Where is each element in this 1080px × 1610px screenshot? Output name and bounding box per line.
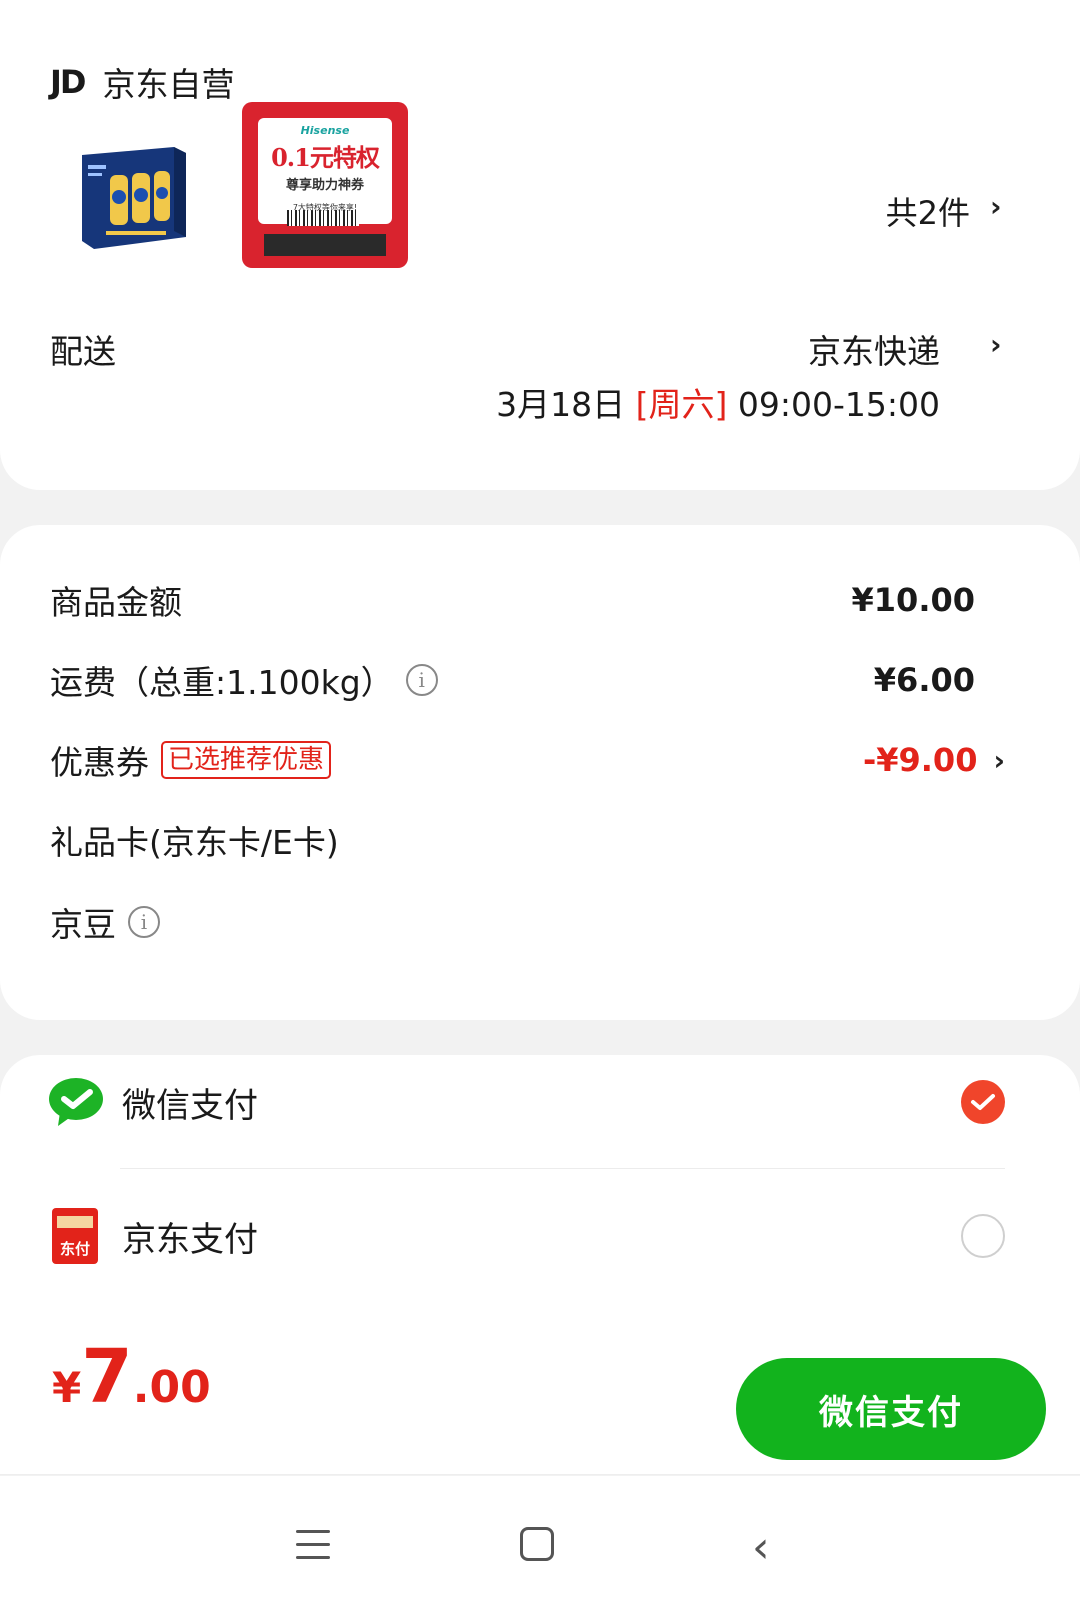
info-icon[interactable]: i [128,906,160,938]
total-amount: ¥ 7 .00 [52,1334,211,1420]
jd-logo: JD [50,63,86,101]
info-icon[interactable]: i [405,664,438,696]
product-thumbnail-milk-box[interactable] [78,145,190,255]
chevron-right-icon[interactable]: › [993,744,1005,777]
radio-checked-icon[interactable] [961,1080,1005,1124]
product-thumbnail-coupon[interactable]: Hisense 0.1元特权 尊享助力神券 7大特权等你来享! [242,102,408,268]
payment-option-wechat[interactable]: 微信支付 [48,1062,1005,1142]
delivery-weekday: [周六] [635,385,728,424]
freight-row: 运费（总重:1.100kg） i ¥6.00 [50,655,975,705]
home-icon[interactable] [520,1527,554,1561]
jingdou-row[interactable]: 京豆 i [50,897,975,947]
goods-amount-label: 商品金额 [50,583,182,622]
store-header: JD 京东自营 [50,58,234,106]
item-count[interactable]: 共2件 [886,188,970,234]
coupon-footer-band [264,234,386,256]
coupon-label: 优惠券 [50,743,149,782]
gift-card-label: 礼品卡(京东卡/E卡) [50,823,339,862]
gift-card-row[interactable]: 礼品卡(京东卡/E卡) [50,815,975,865]
goods-amount-value: ¥10.00 [851,581,975,619]
coupon-row[interactable]: 优惠券 已选推荐优惠 -¥9.00 › [50,735,1005,785]
radio-unchecked-icon[interactable] [961,1214,1005,1258]
back-icon[interactable]: ‹ [752,1522,770,1573]
pay-button[interactable]: 微信支付 [736,1358,1046,1460]
freight-value: ¥6.00 [873,661,975,699]
freight-label: 运费（总重:1.100kg） [50,663,394,702]
coupon-recommended-tag: 已选推荐优惠 [161,741,332,779]
coupon-subline: 尊享助力神券 [285,178,364,193]
chevron-right-icon[interactable]: › [990,328,1002,361]
jd-pay-icon: 东付 [48,1208,104,1264]
delivery-time[interactable]: 3月18日 [周六] 09:00-15:00 [496,378,940,426]
chevron-right-icon[interactable]: › [990,190,1002,223]
coupon-value: -¥9.00 [862,741,978,779]
coupon-headline: 0.1元特权 [271,143,380,172]
menu-icon[interactable] [296,1530,330,1560]
divider [120,1168,1005,1169]
payment-name: 京东支付 [122,1219,258,1260]
delivery-method[interactable]: 京东快递 [808,325,940,373]
coupon-brand: Hisense [300,124,350,137]
payment-name: 微信支付 [122,1085,258,1126]
goods-amount-row: 商品金额 ¥10.00 [50,575,975,625]
payment-option-jd[interactable]: 东付 京东支付 [48,1196,1005,1276]
delivery-label: 配送 [50,332,116,371]
coupon-note: 7大特权等你来享! [292,203,358,212]
store-name: 京东自营 [102,65,235,104]
jingdou-label: 京豆 [50,905,116,944]
wechat-pay-icon [49,1078,103,1126]
